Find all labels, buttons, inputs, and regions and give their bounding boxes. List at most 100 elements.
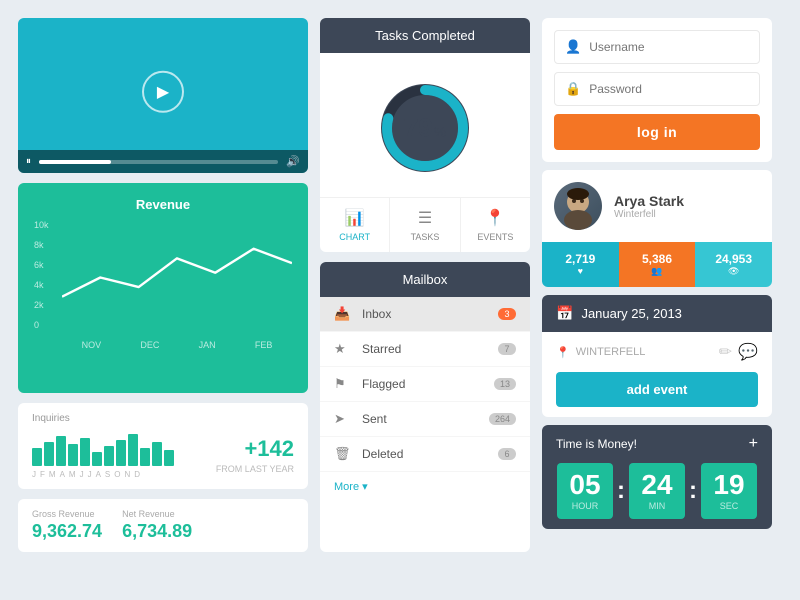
profile-stats: 2,719 ♥ 5,386 👥 24,953 👁: [542, 242, 772, 287]
mailbox-card: Mailbox 📥 Inbox 3 ★ Starred 7 ⚑ Flagged …: [320, 262, 530, 552]
pause-button[interactable]: ⏸: [26, 156, 31, 167]
tasks-card: Tasks Completed 79%: [320, 18, 530, 252]
stat-followers-value: 5,386: [624, 252, 691, 266]
avatar-svg: [554, 182, 602, 230]
mailbox-starred[interactable]: ★ Starred 7: [320, 332, 530, 367]
inquiries-count-area: +142 FROM LAST YEAR: [216, 436, 294, 474]
flagged-label: Flagged: [362, 377, 494, 391]
login-card: 👤 🔒 log in: [542, 18, 772, 162]
inquiries-card: Inquiries: [18, 403, 308, 489]
tab-events[interactable]: 📍 EVENTS: [461, 198, 530, 252]
calendar-icon: 📅: [556, 305, 573, 322]
tasks-donut: 79%: [370, 73, 480, 183]
inquiries-count: +142: [216, 436, 294, 462]
calendar-body: 📍 WINTERFELL ✏ 💬 add event: [542, 332, 772, 417]
countdown-seconds-label: SEC: [711, 501, 747, 511]
mailbox-flagged[interactable]: ⚑ Flagged 13: [320, 367, 530, 402]
tasks-header: Tasks Completed: [320, 18, 530, 53]
mailbox-deleted[interactable]: 🗑 Deleted 6: [320, 437, 530, 472]
mailbox-more[interactable]: More ▾: [320, 472, 530, 501]
mailbox-sent[interactable]: ➤ Sent 264: [320, 402, 530, 437]
revenue-summary-card: Gross Revenue 9,362.74 Net Revenue 6,734…: [18, 499, 308, 552]
progress-fill: [39, 160, 111, 164]
net-revenue: Net Revenue 6,734.89: [122, 509, 192, 542]
stat-likes[interactable]: 2,719 ♥: [542, 242, 619, 287]
tasks-tab-icon: ☰: [418, 208, 432, 228]
tab-tasks[interactable]: ☰ TASKS: [390, 198, 460, 252]
countdown-hours: 05 HOUR: [557, 463, 613, 519]
chart-tab-label: CHART: [339, 232, 370, 242]
revenue-chart-card: Revenue 10k 8k 6k 4k 2k 0 NOV DEC JAN: [18, 183, 308, 393]
mailbox-header: Mailbox: [320, 262, 530, 297]
events-tab-icon: 📍: [485, 208, 505, 228]
avatar-image: [554, 182, 602, 230]
username-input[interactable]: [589, 40, 749, 54]
chart-x-labels: NOV DEC JAN FEB: [62, 340, 292, 350]
progress-bar[interactable]: [39, 160, 278, 164]
inquiries-bars: [32, 430, 174, 466]
username-field-wrapper: 👤: [554, 30, 760, 64]
countdown-hours-value: 05: [567, 471, 603, 499]
countdown-seconds-value: 19: [711, 471, 747, 499]
stat-views[interactable]: 24,953 👁: [695, 242, 772, 287]
inq-bar: [80, 438, 90, 466]
deleted-label: Deleted: [362, 447, 498, 461]
countdown-minutes: 24 MIN: [629, 463, 685, 519]
video-player: ▶ ⏸ 🔊: [18, 18, 308, 173]
mailbox-inbox[interactable]: 📥 Inbox 3: [320, 297, 530, 332]
user-icon: 👤: [565, 39, 581, 55]
profile-info: Arya Stark Winterfell: [614, 193, 684, 220]
inquiries-from-label: FROM LAST YEAR: [216, 464, 294, 474]
inquiries-title: Inquiries: [32, 413, 294, 424]
countdown-colon-1: :: [617, 477, 625, 505]
countdown-minutes-label: MIN: [639, 501, 675, 511]
inq-bar: [92, 452, 102, 466]
events-tab-label: EVENTS: [477, 232, 513, 242]
starred-icon: ★: [334, 341, 354, 357]
tasks-body: 79%: [320, 53, 530, 197]
lock-icon: 🔒: [565, 81, 581, 97]
location-icon: 📍: [556, 346, 570, 359]
revenue-chart-area: 10k 8k 6k 4k 2k 0 NOV DEC JAN FEB: [34, 220, 292, 350]
calendar-chat-icon[interactable]: 💬: [738, 342, 758, 362]
calendar-card: 📅 January 25, 2013 📍 WINTERFELL ✏ 💬 add …: [542, 295, 772, 417]
profile-card: Arya Stark Winterfell 2,719 ♥ 5,386 👥 24…: [542, 170, 772, 287]
inq-bar: [140, 448, 150, 466]
net-revenue-value: 6,734.89: [122, 521, 192, 542]
login-button[interactable]: log in: [554, 114, 760, 150]
calendar-location-text: WINTERFELL: [576, 346, 646, 358]
starred-badge: 7: [498, 343, 516, 355]
password-input[interactable]: [589, 82, 749, 96]
countdown-add-button[interactable]: +: [749, 435, 758, 453]
countdown-hours-label: HOUR: [567, 501, 603, 511]
calendar-edit-icon[interactable]: ✏: [719, 342, 732, 362]
password-field-wrapper: 🔒: [554, 72, 760, 106]
inq-bar: [44, 442, 54, 466]
inquiries-months: JF MA MJ JA SO ND: [32, 470, 174, 479]
stat-followers-label: 👥: [624, 266, 691, 277]
column-3: 👤 🔒 log in: [542, 18, 772, 552]
inq-bar: [56, 436, 66, 466]
stat-likes-value: 2,719: [547, 252, 614, 266]
sent-badge: 264: [489, 413, 516, 425]
donut-percent-sign: %: [434, 124, 446, 140]
countdown-header: Time is Money! +: [556, 435, 758, 453]
inq-bar: [116, 440, 126, 466]
inbox-icon: 📥: [334, 306, 354, 322]
stat-followers[interactable]: 5,386 👥: [619, 242, 696, 287]
add-event-button[interactable]: add event: [556, 372, 758, 407]
profile-location: Winterfell: [614, 209, 684, 220]
stat-views-value: 24,953: [700, 252, 767, 266]
flagged-badge: 13: [494, 378, 516, 390]
inq-bar: [152, 442, 162, 466]
volume-icon[interactable]: 🔊: [286, 155, 300, 168]
tab-chart[interactable]: 📊 CHART: [320, 198, 390, 252]
inq-bar: [32, 448, 42, 466]
profile-name: Arya Stark: [614, 193, 684, 209]
gross-revenue-label: Gross Revenue: [32, 509, 102, 519]
play-button[interactable]: ▶: [142, 70, 184, 112]
calendar-header: 📅 January 25, 2013: [542, 295, 772, 332]
calendar-location-row: 📍 WINTERFELL ✏ 💬: [556, 342, 758, 362]
countdown-colon-2: :: [689, 477, 697, 505]
starred-label: Starred: [362, 342, 498, 356]
